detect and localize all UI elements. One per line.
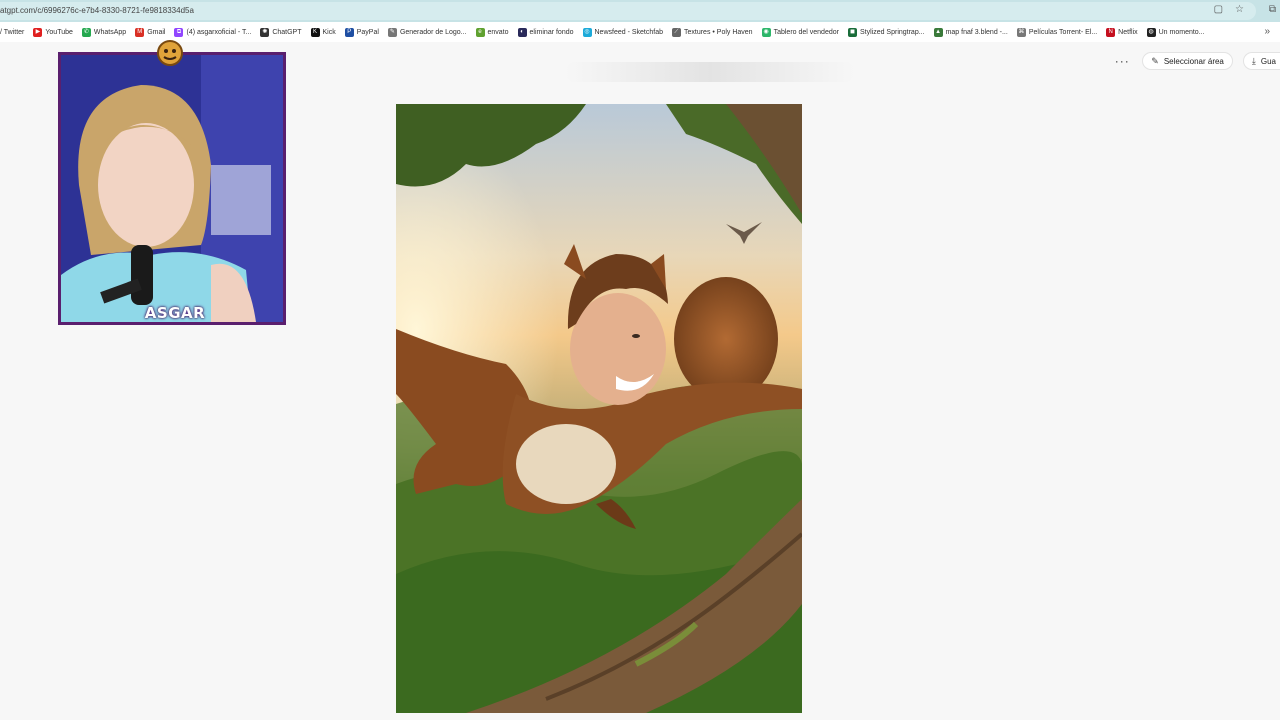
chat-content-area: ··· ✎ Seleccionar área ⤓ Gua ASGAR bbox=[0, 40, 1280, 720]
bookmark-label: ChatGPT bbox=[272, 28, 302, 36]
generated-image[interactable] bbox=[396, 104, 802, 713]
webcam-feed bbox=[61, 55, 283, 322]
bookmark-label: Tablero del vendedor bbox=[773, 28, 839, 36]
bookmark-label: Newsfeed - Sketchfab bbox=[594, 28, 663, 36]
save-button[interactable]: ⤓ Gua bbox=[1242, 52, 1280, 70]
save-label: Gua bbox=[1260, 56, 1276, 66]
bookmark-label: YouTube bbox=[45, 28, 73, 36]
select-area-label: Seleccionar área bbox=[1163, 56, 1224, 66]
page-info-icon[interactable]: ▢ bbox=[1214, 4, 1223, 16]
bookmark-item[interactable]: ◉ Tablero del vendedor bbox=[761, 27, 839, 37]
bookmark-item[interactable]: ⟋ Textures • Poly Haven bbox=[671, 27, 753, 37]
bookmark-label: / Twitter bbox=[0, 28, 25, 36]
extensions-icon[interactable]: ⧉ bbox=[1269, 4, 1276, 15]
flying-squirrel-illustration bbox=[396, 104, 802, 713]
bookmark-label: Un momento... bbox=[1158, 28, 1205, 36]
bookmark-label: envato bbox=[487, 28, 509, 36]
bookmark-label: Stylized Springtrap... bbox=[859, 28, 925, 36]
bookmark-label: Generador de Logo... bbox=[399, 28, 467, 36]
more-options-button[interactable]: ··· bbox=[1112, 54, 1132, 68]
webcam-frame: ASGAR bbox=[58, 52, 286, 325]
bookmark-item[interactable]: M Gmail bbox=[135, 27, 166, 37]
blurred-header bbox=[565, 62, 855, 82]
bookmark-label: map fnaf 3.blend -... bbox=[945, 28, 1008, 36]
bookmark-item[interactable]: / Twitter bbox=[0, 29, 24, 36]
bookmarks-bar: / Twitter ▶ YouTube ✆ WhatsApp M Gmail ⧉ (4) asg… bbox=[0, 22, 1280, 42]
bookmark-item[interactable]: ⧉ (4) asgarxoficial - T... bbox=[174, 27, 252, 37]
select-area-button[interactable]: ✎ Seleccionar área bbox=[1142, 52, 1233, 70]
url-field[interactable]: atgpt.com/c/6996276c-e7b4-8330-8721-fe98… bbox=[0, 2, 1256, 20]
bookmark-favicon-icon: ✆ bbox=[81, 27, 91, 37]
bookmark-item[interactable]: e envato bbox=[475, 27, 509, 37]
bookmark-item[interactable]: N Netflix bbox=[1106, 27, 1138, 37]
bookmark-favicon-icon: ⧉ bbox=[174, 27, 184, 37]
bookmark-label: Netflix bbox=[1118, 28, 1138, 36]
bookmarks-overflow-icon[interactable]: » bbox=[1264, 26, 1270, 37]
image-toolbar: ··· ✎ Seleccionar área ⤓ Gua bbox=[1112, 52, 1280, 70]
bookmark-label: eliminar fondo bbox=[529, 28, 574, 36]
bookmark-label: Películas Torrent- El... bbox=[1028, 28, 1098, 36]
bookmark-label: WhatsApp bbox=[93, 28, 127, 36]
bookmark-item[interactable]: ✎ Generador de Logo... bbox=[387, 27, 467, 37]
bookmark-favicon-icon: M bbox=[135, 27, 145, 37]
bookmark-item[interactable]: ◼ Stylized Springtrap... bbox=[847, 27, 925, 37]
bookmark-label: Kick bbox=[322, 28, 336, 36]
bookmark-favicon-icon: ✺ bbox=[260, 27, 270, 37]
bookmark-label: Textures • Poly Haven bbox=[683, 28, 753, 36]
bookmark-favicon-icon: ▲ bbox=[933, 27, 943, 37]
bookmark-favicon-icon: ◉ bbox=[761, 27, 771, 37]
bookmark-favicon-icon: ◍ bbox=[1146, 27, 1156, 37]
bookmark-item[interactable]: P PayPal bbox=[344, 27, 379, 37]
bookmark-item[interactable]: ◍ Un momento... bbox=[1146, 27, 1205, 37]
url-text[interactable]: atgpt.com/c/6996276c-e7b4-8330-8721-fe98… bbox=[0, 6, 194, 15]
bookmark-favicon-icon: ◐ bbox=[517, 27, 527, 37]
bookmark-favicon-icon: N bbox=[1106, 27, 1116, 37]
webcam-name-overlay: ASGAR bbox=[144, 304, 206, 322]
bookmark-favicon-icon: ✎ bbox=[387, 27, 397, 37]
streamer-webcam: ASGAR bbox=[58, 40, 286, 325]
bookmark-favicon-icon: P bbox=[344, 27, 354, 37]
bookmark-favicon-icon: ◎ bbox=[582, 27, 592, 37]
bookmark-label: PayPal bbox=[356, 28, 379, 36]
bookmark-item[interactable]: ▲ map fnaf 3.blend -... bbox=[933, 27, 1008, 37]
bookmark-favicon-icon: ▶ bbox=[33, 27, 43, 37]
bookmark-favicon-icon: K bbox=[310, 27, 320, 37]
bookmark-favicon-icon: ⌘ bbox=[1016, 27, 1026, 37]
streamer-logo-icon bbox=[157, 40, 183, 66]
bookmark-item[interactable]: ▶ YouTube bbox=[33, 27, 73, 37]
bookmark-item[interactable]: ⌘ Películas Torrent- El... bbox=[1016, 27, 1098, 37]
bookmark-item[interactable]: ✺ ChatGPT bbox=[260, 27, 302, 37]
download-icon: ⤓ bbox=[1251, 55, 1256, 66]
bookmark-item[interactable]: ✆ WhatsApp bbox=[81, 27, 127, 37]
bookmark-label: (4) asgarxoficial - T... bbox=[186, 28, 252, 36]
bookmark-label: Gmail bbox=[147, 28, 166, 36]
bookmark-favicon-icon: ◼ bbox=[847, 27, 857, 37]
star-icon[interactable]: ☆ bbox=[1235, 4, 1244, 16]
bookmark-item[interactable]: ◐ eliminar fondo bbox=[517, 27, 574, 37]
bookmark-favicon-icon: e bbox=[475, 27, 485, 37]
bookmark-favicon-icon: ⟋ bbox=[671, 27, 681, 37]
browser-address-bar: atgpt.com/c/6996276c-e7b4-8330-8721-fe98… bbox=[0, 0, 1280, 22]
bookmark-item[interactable]: K Kick bbox=[310, 27, 336, 37]
edit-area-icon: ✎ bbox=[1151, 55, 1159, 66]
bookmark-item[interactable]: ◎ Newsfeed - Sketchfab bbox=[582, 27, 663, 37]
